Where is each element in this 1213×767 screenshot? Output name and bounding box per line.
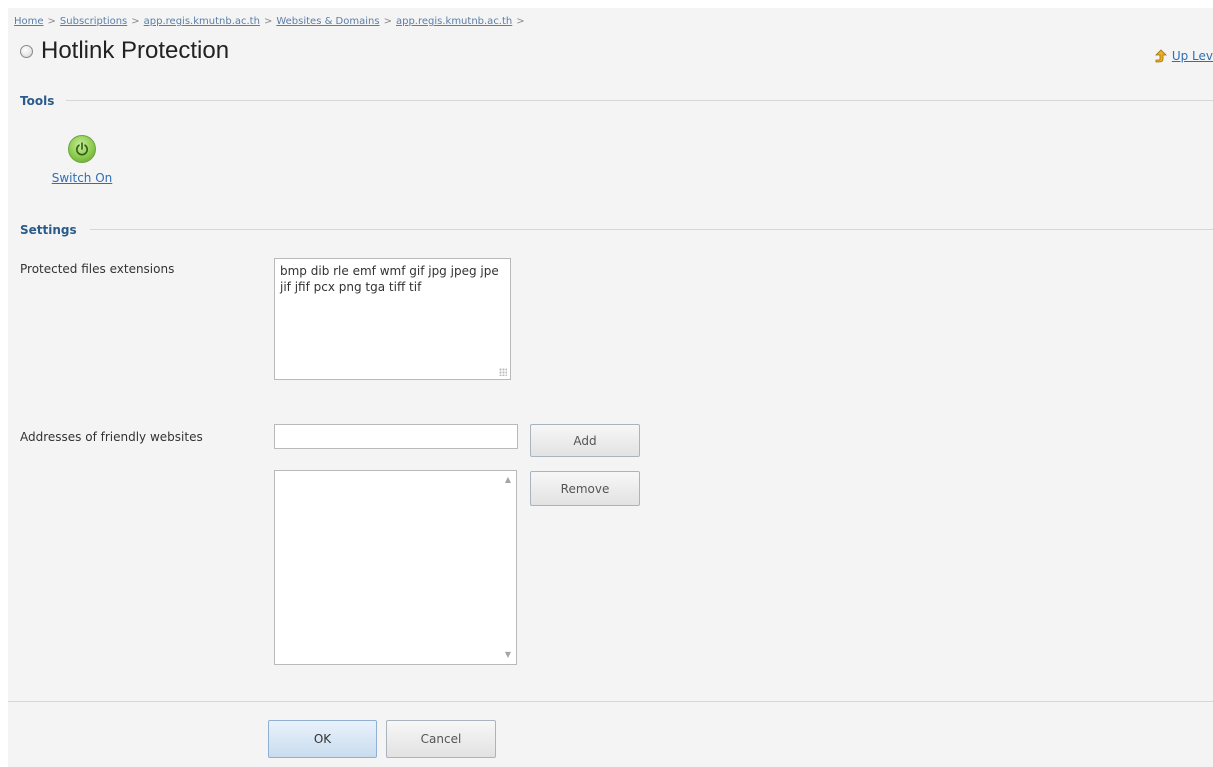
tools-divider (66, 100, 1213, 101)
breadcrumb-domain[interactable]: app.regis.kmutnb.ac.th (396, 16, 512, 27)
settings-heading: Settings (20, 223, 77, 237)
scroll-up-icon[interactable]: ▲ (503, 475, 513, 485)
friendly-websites-label: Addresses of friendly websites (20, 430, 203, 444)
radio-bullet-icon (20, 44, 33, 58)
ok-button[interactable]: OK (268, 720, 377, 758)
friendly-website-input[interactable] (274, 424, 518, 449)
resize-grip-icon[interactable] (499, 368, 507, 376)
breadcrumb-separator: > (47, 16, 56, 27)
footer-divider (8, 701, 1213, 702)
breadcrumb: Home > Subscriptions > app.regis.kmutnb.ac.t… (14, 16, 529, 27)
protected-extensions-textarea[interactable]: bmp dib rle emf wmf gif jpg jpeg jpe jif… (274, 258, 511, 380)
switch-on-link[interactable]: Switch On (42, 171, 122, 185)
breadcrumb-separator: > (131, 16, 140, 27)
page-title: Hotlink Protection (41, 37, 230, 64)
scroll-down-icon[interactable]: ▼ (503, 650, 513, 660)
add-button[interactable]: Add (530, 424, 640, 457)
switch-on-tool[interactable]: Switch On (42, 135, 122, 185)
up-arrow-icon (1154, 49, 1167, 63)
breadcrumb-subscription[interactable]: app.regis.kmutnb.ac.th (144, 16, 260, 27)
page: Home > Subscriptions > app.regis.kmutnb.ac.t… (8, 8, 1213, 767)
cancel-button[interactable]: Cancel (386, 720, 496, 758)
breadcrumb-separator: > (263, 16, 273, 27)
protected-extensions-label: Protected files extensions (20, 262, 175, 276)
breadcrumb-separator: > (383, 16, 392, 27)
tools-heading: Tools (20, 94, 55, 108)
breadcrumb-websites-domains[interactable]: Websites & Domains (276, 16, 379, 27)
settings-divider (90, 229, 1213, 230)
up-level-label[interactable]: Up Lev (1172, 49, 1213, 63)
remove-button[interactable]: Remove (530, 471, 640, 506)
breadcrumb-separator: > (516, 16, 525, 27)
up-level-link[interactable]: Up Lev (1154, 49, 1213, 63)
friendly-websites-list[interactable]: ▲ ▼ (274, 470, 517, 665)
breadcrumb-home[interactable]: Home (14, 16, 44, 27)
protected-extensions-value: bmp dib rle emf wmf gif jpg jpeg jpe jif… (280, 264, 499, 294)
page-title-row: Hotlink Protection (20, 36, 229, 66)
breadcrumb-subscriptions[interactable]: Subscriptions (60, 16, 127, 27)
power-icon[interactable] (68, 135, 96, 163)
